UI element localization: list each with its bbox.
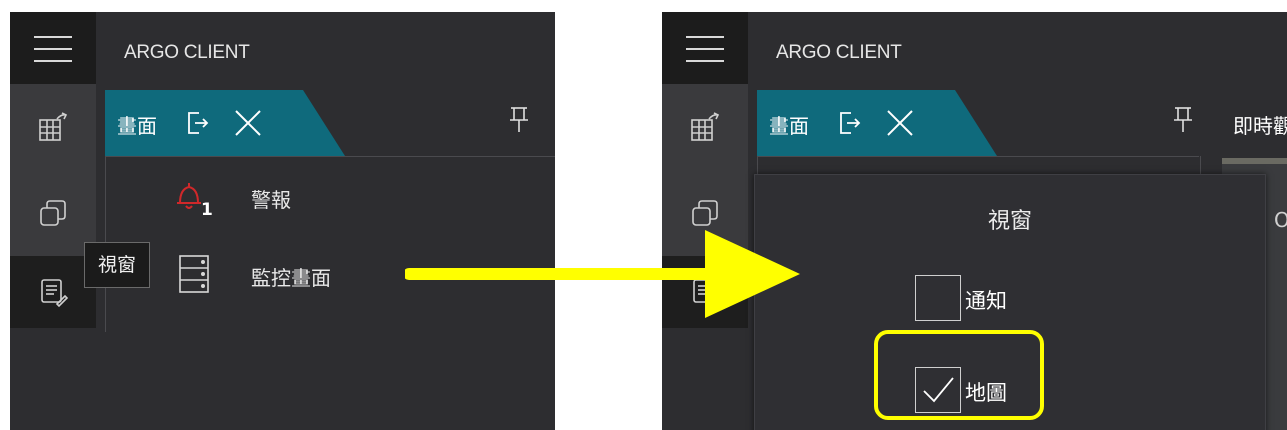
menu-button[interactable] <box>10 12 96 84</box>
preview-edge-text: O <box>1274 208 1287 232</box>
window-icon <box>40 200 66 226</box>
alert-count-badge: 1 <box>201 200 213 220</box>
list-item-label: 警報 <box>251 188 291 212</box>
app-window-after: ARGO CLIENT 畫面 即時觀 O 視窗 通知 地圖 <box>662 12 1287 430</box>
app-window-before: ARGO CLIENT 畫面 1 警報 監控畫面 視窗 <box>10 12 555 430</box>
layout-icon <box>39 112 68 141</box>
tab-label: 畫面 <box>769 114 809 138</box>
annotation-arrow <box>405 230 800 318</box>
preview-thumbnail-edge <box>1222 158 1287 164</box>
export-icon[interactable] <box>837 110 863 136</box>
notification-checkbox[interactable] <box>915 275 961 321</box>
close-icon[interactable] <box>233 108 263 138</box>
server-icon <box>179 255 209 293</box>
layout-button[interactable] <box>10 84 96 170</box>
notes-icon <box>41 279 69 308</box>
app-title: ARGO CLIENT <box>124 42 250 63</box>
live-view-tab[interactable]: 即時觀 <box>1233 110 1287 139</box>
layout-button[interactable] <box>662 84 748 170</box>
pin-icon[interactable] <box>1172 106 1194 134</box>
close-icon[interactable] <box>885 108 915 138</box>
list-item-label: 監控畫面 <box>251 266 331 290</box>
pin-icon[interactable] <box>508 106 530 134</box>
tab-screen[interactable]: 畫面 <box>757 90 997 156</box>
menu-button[interactable] <box>662 12 748 84</box>
option-notification[interactable]: 通知 <box>915 273 1065 323</box>
tooltip: 視窗 <box>84 242 150 288</box>
layout-icon <box>691 112 720 141</box>
app-title: ARGO CLIENT <box>776 42 902 63</box>
bell-icon <box>177 183 201 209</box>
tab-screen[interactable]: 畫面 <box>105 90 345 156</box>
side-rail <box>10 84 96 256</box>
tab-label: 畫面 <box>117 114 157 138</box>
export-icon[interactable] <box>185 110 211 136</box>
popup-title: 視窗 <box>987 209 1032 234</box>
option-label: 通知 <box>965 289 1007 313</box>
list-item[interactable]: 1 警報 <box>106 156 555 236</box>
annotation-highlight-box <box>874 330 1044 420</box>
